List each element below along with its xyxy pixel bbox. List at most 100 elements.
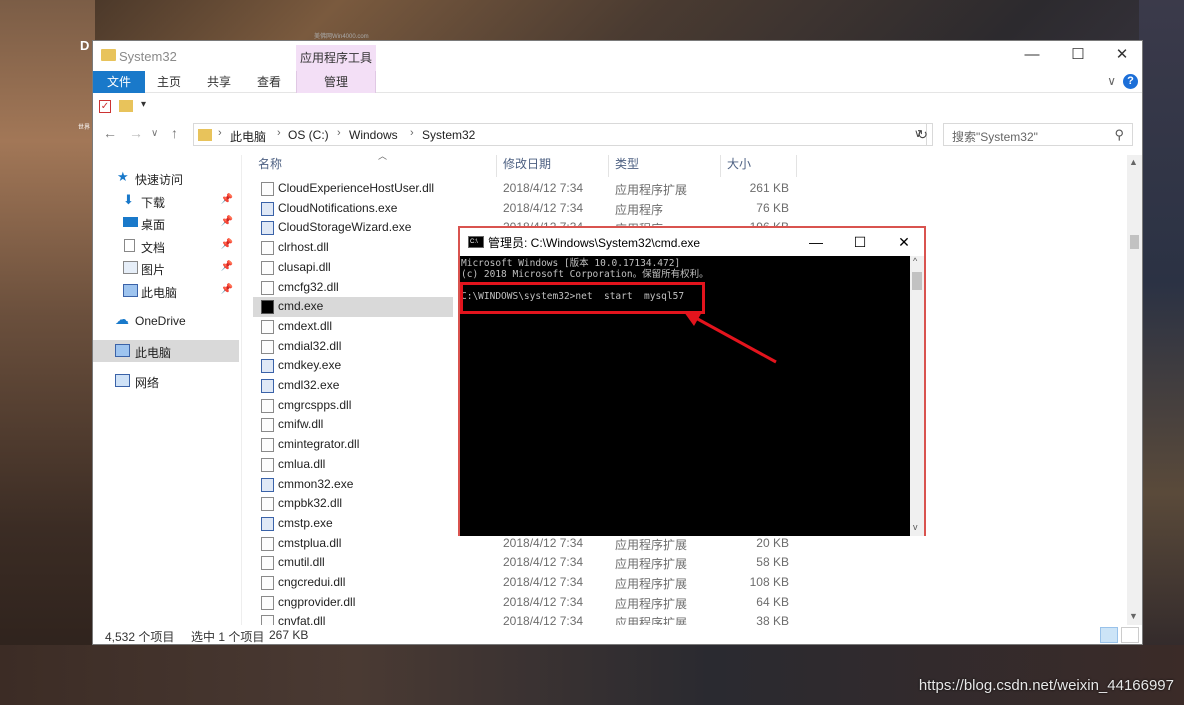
file-row[interactable]: CloudExperienceHostUser.dll 2018/4/12 7:3… — [253, 179, 973, 199]
chevron-right-icon[interactable]: › — [337, 127, 341, 139]
column-header-date[interactable]: 修改日期 — [503, 155, 551, 177]
tab-view[interactable]: 查看 — [249, 71, 289, 93]
nav-quick-access[interactable]: ★ 快速访问 — [93, 167, 239, 189]
wallpaper-side-text: 世界 — [78, 125, 91, 131]
exe-file-icon — [261, 221, 274, 236]
refresh-icon[interactable]: ↻ — [913, 123, 933, 146]
tab-file[interactable]: 文件 — [93, 71, 145, 93]
dll-file-icon — [261, 497, 274, 512]
vertical-scrollbar[interactable]: ▲ ▼ — [1127, 155, 1142, 625]
minimize-button[interactable]: — — [1009, 41, 1055, 71]
file-name: cmdkey.exe — [278, 358, 342, 373]
tab-home[interactable]: 主页 — [149, 71, 189, 93]
column-header-name[interactable]: 名称 ︿ — [258, 155, 387, 177]
nav-onedrive[interactable]: ☁ OneDrive — [93, 310, 239, 332]
nav-label: OneDrive — [135, 314, 186, 328]
breadcrumb-system32[interactable]: System32 — [422, 128, 475, 142]
cmd-scrollbar[interactable]: ^ v — [910, 256, 924, 536]
customize-qat-icon[interactable]: ▾ — [141, 99, 146, 110]
maximize-button[interactable]: ☐ — [1055, 41, 1101, 71]
pin-icon: 📌 — [220, 194, 233, 205]
back-arrow-icon[interactable]: ← — [103, 125, 117, 141]
scroll-up-icon[interactable]: ▲ — [1129, 157, 1138, 167]
breadcrumb-windows[interactable]: Windows — [349, 128, 398, 142]
file-type: 应用程序扩展 — [615, 577, 688, 591]
file-size: 38 KB — [756, 614, 789, 625]
file-name: CloudStorageWizard.exe — [278, 220, 412, 235]
ribbon-collapse-icon[interactable]: ∨ — [1107, 74, 1116, 88]
nav-label: 网络 — [135, 376, 160, 390]
file-row[interactable]: cmd.exe — [253, 297, 453, 317]
title-bar[interactable]: System32 应用程序工具 — ☐ ✕ — [93, 41, 1142, 71]
watermark: https://blog.csdn.net/weixin_44166997 — [918, 677, 1174, 694]
up-arrow-icon[interactable]: ↑ — [171, 125, 178, 141]
breadcrumb-os-c[interactable]: OS (C:) — [288, 128, 329, 142]
file-row[interactable]: cngcredui.dll 2018/4/12 7:34 应用程序扩展 108 KB — [253, 573, 973, 593]
nav-network[interactable]: 网络 — [93, 370, 239, 392]
close-button[interactable]: ✕ — [1099, 41, 1145, 71]
scroll-down-icon[interactable]: ▼ — [1129, 611, 1138, 621]
nav-this-pc-quick[interactable]: 此电脑 📌 — [93, 280, 239, 302]
nav-this-pc[interactable]: 此电脑 — [93, 340, 239, 362]
file-row[interactable]: cmutil.dll 2018/4/12 7:34 应用程序扩展 58 KB — [253, 553, 973, 573]
file-date: 2018/4/12 7:34 — [503, 594, 584, 609]
nav-label: 此电脑 — [141, 286, 178, 300]
file-name: CloudExperienceHostUser.dll — [278, 181, 435, 195]
cmd-scroll-down-icon[interactable]: v — [913, 522, 918, 532]
chevron-right-icon[interactable]: › — [277, 127, 281, 139]
properties-icon[interactable]: ✓ — [99, 100, 111, 113]
column-divider[interactable] — [796, 155, 797, 177]
chevron-right-icon[interactable]: › — [218, 127, 222, 139]
tab-share[interactable]: 共享 — [199, 71, 239, 93]
wallpaper-left — [0, 0, 95, 705]
cmd-minimize-button[interactable]: — — [794, 230, 838, 254]
forward-arrow-icon[interactable]: → — [129, 125, 143, 141]
nav-downloads[interactable]: ⬇ 下载 📌 — [93, 190, 239, 212]
column-divider[interactable] — [608, 155, 609, 177]
file-name: cmcfg32.dll — [278, 279, 339, 294]
nav-desktop[interactable]: 桌面 📌 — [93, 212, 239, 234]
console-icon: C:\ — [468, 236, 484, 248]
nav-documents[interactable]: 文档 📌 — [93, 235, 239, 257]
file-row[interactable]: cngprovider.dll 2018/4/12 7:34 应用程序扩展 64 KB — [253, 593, 973, 613]
nav-pictures[interactable]: 图片 📌 — [93, 257, 239, 279]
cmd-close-button[interactable]: ✕ — [882, 230, 926, 254]
cmd-scroll-up-icon[interactable]: ^ — [913, 256, 917, 266]
details-view-icon[interactable] — [1100, 627, 1118, 643]
breadcrumb-this-pc[interactable]: 此电脑 — [230, 128, 266, 145]
new-folder-icon[interactable] — [119, 100, 133, 112]
console-icon — [261, 300, 274, 315]
column-divider[interactable] — [720, 155, 721, 177]
help-icon[interactable]: ? — [1123, 74, 1138, 89]
search-box[interactable]: 搜索"System32" ⚲ — [943, 123, 1133, 146]
column-header-type[interactable]: 类型 — [615, 155, 639, 177]
dll-file-icon — [261, 260, 274, 275]
search-placeholder: 搜索"System32" — [952, 130, 1038, 144]
pin-icon: 📌 — [220, 216, 233, 227]
file-type: 应用程序扩展 — [615, 616, 688, 625]
file-row[interactable]: cnvfat.dll 2018/4/12 7:34 应用程序扩展 38 KB — [253, 612, 973, 625]
file-size: 108 KB — [749, 575, 789, 589]
desktop-icon — [123, 217, 138, 227]
dll-file-icon — [261, 536, 274, 551]
pin-icon: 📌 — [220, 284, 233, 295]
tab-manage[interactable]: 管理 — [296, 71, 376, 93]
file-row[interactable]: cmstplua.dll 2018/4/12 7:34 应用程序扩展 20 KB — [253, 534, 973, 554]
wallpaper-right — [1139, 0, 1184, 705]
column-header-size[interactable]: 大小 — [727, 155, 751, 177]
column-divider[interactable] — [496, 155, 497, 177]
cmd-maximize-button[interactable]: ☐ — [838, 230, 882, 254]
file-name: cnvfat.dll — [278, 614, 326, 625]
chevron-right-icon[interactable]: › — [410, 127, 414, 139]
search-icon[interactable]: ⚲ — [1114, 127, 1124, 143]
quick-access-toolbar: ✓ ▾ — [93, 93, 1142, 121]
recent-locations-icon[interactable]: ∨ — [151, 128, 158, 139]
cmd-scroll-thumb[interactable] — [912, 272, 922, 290]
scroll-thumb[interactable] — [1130, 235, 1139, 249]
large-icons-view-icon[interactable] — [1121, 627, 1139, 643]
pane-divider[interactable] — [241, 155, 242, 625]
cmd-title-bar[interactable]: C:\ 管理员: C:\Windows\System32\cmd.exe — ☐… — [460, 228, 924, 256]
command-highlight-box — [460, 282, 705, 314]
file-row[interactable]: CloudNotifications.exe 2018/4/12 7:34 应用程序… — [253, 199, 973, 219]
address-bar[interactable]: › 此电脑 › OS (C:) › Windows › System32 ∨ — [193, 123, 927, 146]
